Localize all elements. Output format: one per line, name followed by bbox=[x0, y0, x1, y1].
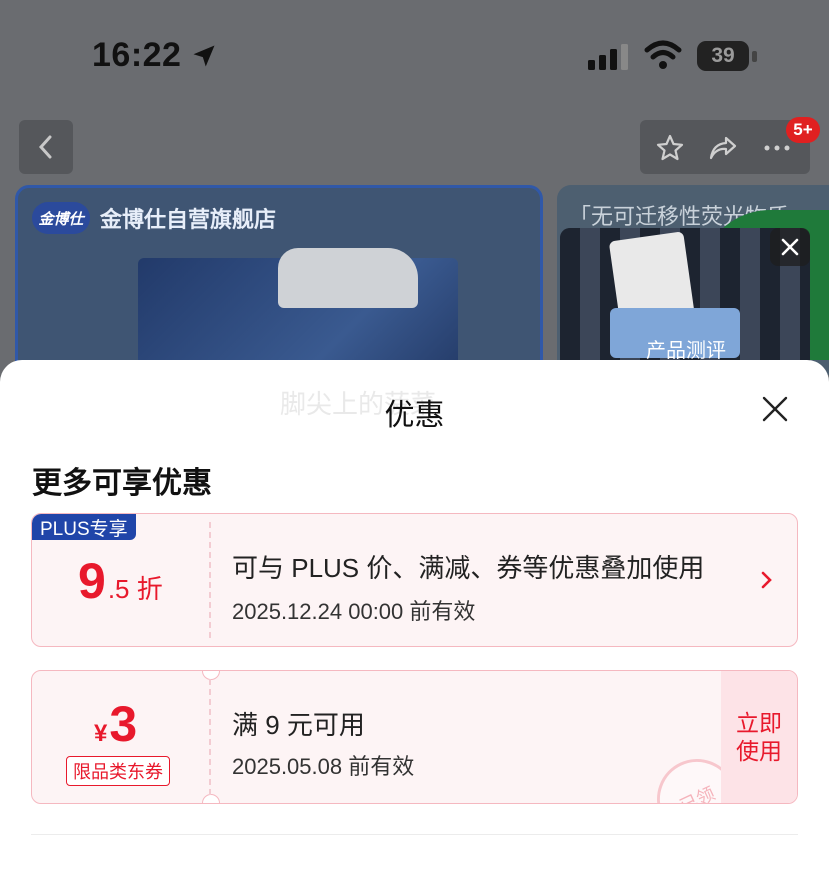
message-badge: 5+ bbox=[786, 117, 820, 143]
shop-name: 金博仕自营旗舰店 bbox=[100, 207, 277, 232]
coupon-card[interactable]: ¥ 3 限品类东券 满 9 元可用 2025.05.08 前有效 已领 立即 使… bbox=[31, 670, 798, 804]
discount-value: 9 .5 折 bbox=[78, 552, 163, 610]
card-date: 2025.05.08 前有效 bbox=[232, 754, 415, 779]
divider bbox=[31, 834, 798, 835]
use-now-button[interactable]: 立即 使用 bbox=[721, 671, 797, 803]
wifi-icon bbox=[644, 40, 682, 69]
card-title: 满 9 元可用 bbox=[232, 710, 365, 740]
chevron-right-icon[interactable] bbox=[757, 568, 777, 592]
use-now-label: 立即 使用 bbox=[736, 710, 782, 764]
tissue-paper-image bbox=[278, 248, 418, 308]
status-time: 16:22 bbox=[92, 36, 182, 74]
plus-tag: PLUS专享 bbox=[32, 514, 136, 540]
shop-banner[interactable]: 金博仕 金博仕自营旗舰店 bbox=[15, 185, 543, 385]
discount-big: 9 bbox=[78, 553, 106, 609]
location-arrow-icon bbox=[193, 45, 215, 67]
video-label: 产品测评 bbox=[646, 340, 726, 362]
sheet-title: 优惠 bbox=[384, 399, 445, 432]
coupon-amount: ¥ 3 bbox=[94, 695, 137, 753]
card-title: 可与 PLUS 价、满减、券等优惠叠加使用 bbox=[232, 553, 705, 583]
star-icon[interactable] bbox=[655, 133, 685, 163]
promotions-sheet: 脚尖上的菠菜 优惠 更多可享优惠 PLUS专享 9 .5 折 可与 PLUS 价… bbox=[0, 360, 829, 871]
coupon-value-area: ¥ 3 限品类东券 bbox=[32, 671, 210, 803]
card-divider bbox=[209, 679, 211, 795]
plus-discount-card[interactable]: PLUS专享 9 .5 折 可与 PLUS 价、满减、券等优惠叠加使用 2025… bbox=[31, 513, 798, 647]
card-divider bbox=[209, 522, 211, 638]
video-close-button[interactable] bbox=[770, 228, 810, 266]
back-button[interactable] bbox=[19, 120, 73, 174]
battery-icon: 39 bbox=[697, 41, 749, 71]
close-icon bbox=[762, 396, 788, 422]
card-date: 2025.12.24 00:00 前有效 bbox=[232, 599, 476, 624]
discount-small: .5 折 bbox=[107, 574, 163, 604]
close-icon bbox=[781, 238, 799, 256]
sheet-close-button[interactable] bbox=[756, 390, 794, 428]
section-title: 更多可享优惠 bbox=[32, 467, 212, 500]
status-bar: 16:22 39 bbox=[0, 0, 829, 110]
coupon-value: 3 bbox=[109, 696, 138, 752]
shop-logo: 金博仕 bbox=[32, 202, 90, 234]
coupon-notch bbox=[202, 794, 220, 803]
shop-label: 金博仕 金博仕自营旗舰店 bbox=[32, 198, 276, 238]
back-icon bbox=[38, 135, 52, 159]
nav-actions bbox=[640, 120, 810, 174]
battery-cap bbox=[752, 51, 757, 62]
share-icon[interactable] bbox=[708, 133, 738, 163]
discount-area: PLUS专享 9 .5 折 bbox=[32, 514, 210, 646]
coupon-type-tag: 限品类东券 bbox=[66, 756, 170, 786]
currency-symbol: ¥ bbox=[94, 720, 108, 747]
signal-icon bbox=[588, 44, 628, 70]
